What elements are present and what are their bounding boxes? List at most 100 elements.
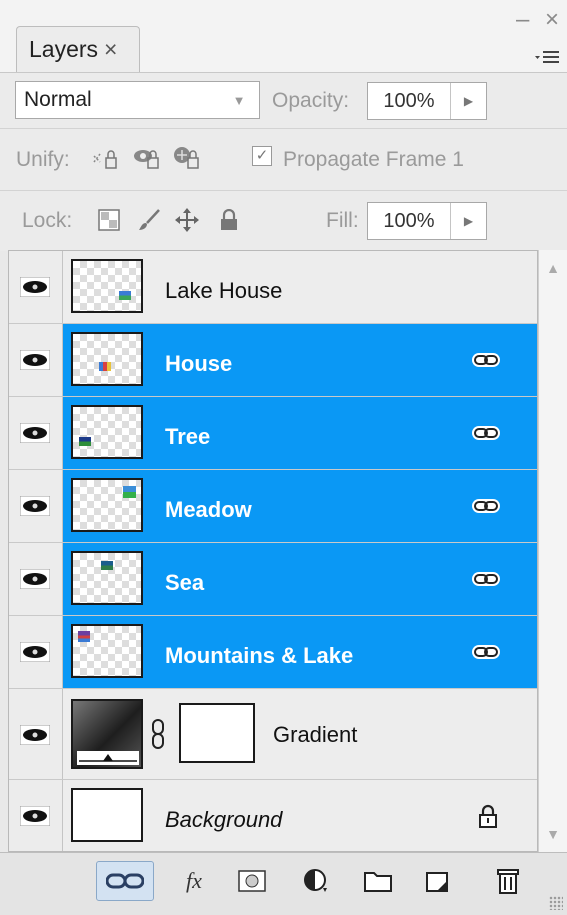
mask-link-chain-icon[interactable]: [151, 719, 165, 749]
lock-transparency-icon[interactable]: [96, 207, 122, 233]
tab-label: Layers: [29, 36, 99, 62]
propagate-label: Propagate Frame 1: [283, 148, 464, 171]
lock-row: Lock: Fill: 100% ▶: [0, 190, 567, 251]
scroll-up-icon[interactable]: ▲: [539, 254, 567, 282]
mask-icon: [238, 870, 266, 892]
blend-row: Normal ▼ Opacity: 100% ▶: [0, 72, 567, 129]
new-layer-icon: [426, 872, 448, 892]
visibility-toggle[interactable]: [9, 470, 63, 542]
visibility-toggle[interactable]: [9, 251, 63, 323]
layer-row-lake-house[interactable]: Lake House: [9, 251, 537, 324]
opacity-value[interactable]: 100%: [368, 83, 451, 119]
close-icon[interactable]: ×: [545, 6, 559, 34]
layer-thumbnail: [71, 788, 143, 842]
eye-icon[interactable]: [20, 350, 50, 370]
link-layers-button[interactable]: [96, 861, 154, 901]
eye-icon[interactable]: [20, 642, 50, 662]
layer-thumbnail: [71, 259, 143, 313]
layer-name[interactable]: Lake House: [165, 278, 282, 304]
fill-value[interactable]: 100%: [368, 203, 451, 239]
link-icon: [472, 499, 500, 513]
layer-name[interactable]: Gradient: [273, 722, 357, 748]
add-mask-button[interactable]: [234, 861, 270, 901]
layers-bottom-toolbar: fx: [0, 852, 567, 915]
eye-icon[interactable]: [20, 423, 50, 443]
scroll-down-icon[interactable]: ▼: [539, 820, 567, 848]
layer-name[interactable]: Meadow: [165, 497, 252, 523]
propagate-checkbox[interactable]: ✓: [252, 146, 272, 166]
unify-style-icon[interactable]: [172, 144, 204, 172]
layer-mask-thumbnail[interactable]: [179, 703, 255, 763]
eye-icon[interactable]: [20, 725, 50, 745]
layer-row-sea[interactable]: Sea: [9, 543, 537, 616]
link-icon: [472, 572, 500, 586]
visibility-toggle[interactable]: [9, 780, 63, 851]
unify-row: Unify: ✓ Propagate Frame 1: [0, 128, 567, 191]
panel-title-bar: Layers × – ×: [0, 0, 567, 72]
unify-label: Unify:: [16, 148, 70, 171]
blend-mode-value: Normal: [24, 88, 92, 111]
chevron-down-icon[interactable]: ▼: [219, 82, 259, 118]
delete-layer-button[interactable]: [490, 861, 526, 901]
tab-close-icon[interactable]: ×: [104, 36, 117, 63]
layer-name[interactable]: Tree: [165, 424, 210, 450]
opacity-label: Opacity:: [272, 89, 350, 112]
link-icon: [472, 426, 500, 440]
fill-arrow-icon[interactable]: ▶: [451, 214, 486, 228]
layer-row-gradient[interactable]: Gradient: [9, 689, 537, 780]
layer-thumbnail: [71, 624, 143, 678]
layer-name[interactable]: Sea: [165, 570, 204, 596]
layers-list: Lake House House Tree Meadow Sea Mountai…: [8, 250, 538, 852]
visibility-toggle[interactable]: [9, 324, 63, 396]
gradient-fill-thumbnail: [71, 699, 143, 769]
layer-row-mountains-lake[interactable]: Mountains & Lake: [9, 616, 537, 689]
layers-scrollbar[interactable]: ▲ ▼: [538, 250, 567, 852]
layer-style-fx-button[interactable]: fx: [176, 861, 212, 901]
opacity-field[interactable]: 100% ▶: [367, 82, 487, 120]
lock-position-move-icon[interactable]: [174, 207, 200, 233]
eye-icon[interactable]: [20, 277, 50, 297]
layers-panel: Layers × – × Normal ▼ Opacity: 100% ▶ Un…: [0, 0, 567, 915]
visibility-toggle[interactable]: [9, 689, 63, 779]
new-layer-button[interactable]: [420, 861, 456, 901]
tab-layers[interactable]: Layers ×: [16, 26, 140, 72]
trash-icon: [497, 869, 519, 894]
visibility-toggle[interactable]: [9, 543, 63, 615]
eye-icon[interactable]: [20, 806, 50, 826]
layer-row-background[interactable]: Background: [9, 780, 537, 851]
eye-icon[interactable]: [20, 569, 50, 589]
folder-icon: [364, 872, 392, 892]
link-icon: [472, 645, 500, 659]
unify-visibility-icon[interactable]: [132, 144, 164, 172]
layer-name[interactable]: Mountains & Lake: [165, 643, 353, 669]
lock-icon: [479, 804, 497, 828]
layer-thumbnail: [71, 551, 143, 605]
layer-row-house[interactable]: House: [9, 324, 537, 397]
layer-row-meadow[interactable]: Meadow: [9, 470, 537, 543]
lock-label: Lock:: [22, 209, 73, 232]
gradient-slider-icon: [77, 751, 139, 765]
visibility-toggle[interactable]: [9, 397, 63, 469]
fx-icon: fx: [186, 868, 202, 893]
new-adjustment-layer-button[interactable]: [298, 861, 334, 901]
fill-field[interactable]: 100% ▶: [367, 202, 487, 240]
lock-all-icon[interactable]: [216, 207, 242, 233]
layer-thumbnail: [71, 332, 143, 386]
visibility-toggle[interactable]: [9, 616, 63, 688]
eye-icon[interactable]: [20, 496, 50, 516]
fill-label: Fill:: [326, 209, 359, 232]
panel-menu-icon[interactable]: [531, 44, 565, 72]
resize-grip-icon[interactable]: [549, 896, 563, 910]
adjustment-icon: [304, 869, 327, 892]
new-group-button[interactable]: [360, 861, 396, 901]
layer-name[interactable]: House: [165, 351, 232, 377]
lock-pixels-brush-icon[interactable]: [136, 207, 162, 233]
opacity-arrow-icon[interactable]: ▶: [451, 94, 486, 108]
layer-thumbnail: [71, 478, 143, 532]
layer-name[interactable]: Background: [165, 807, 282, 833]
link-icon: [472, 353, 500, 367]
blend-mode-select[interactable]: Normal ▼: [15, 81, 260, 119]
unify-position-icon[interactable]: [92, 144, 124, 172]
minimize-icon[interactable]: –: [516, 6, 529, 34]
layer-row-tree[interactable]: Tree: [9, 397, 537, 470]
